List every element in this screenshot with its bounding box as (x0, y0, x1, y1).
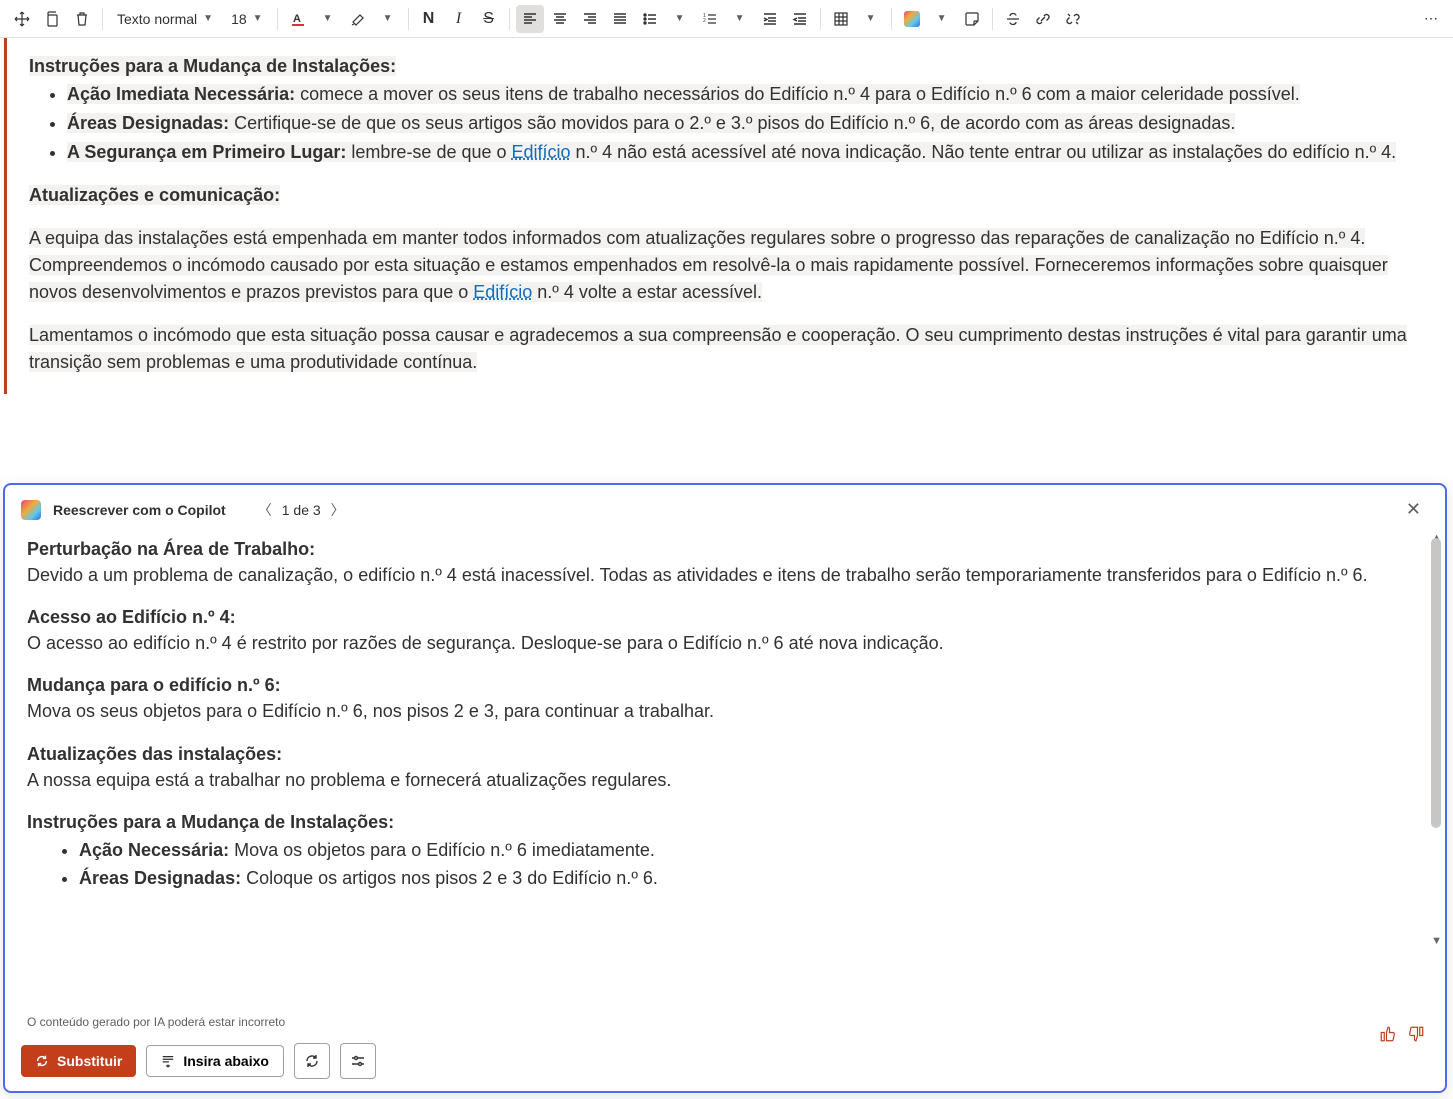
copilot-suggestion-body[interactable]: Perturbação na Área de Trabalho: Devido … (5, 534, 1445, 893)
section-text: Mova os seus objetos para o Edifício n.º… (27, 698, 1423, 724)
numbered-list-button[interactable]: 12 (696, 5, 724, 33)
increase-indent-button[interactable] (756, 5, 784, 33)
insert-label: Insira abaixo (183, 1053, 269, 1069)
doc-paragraph: A equipa das instalações está empenhada … (29, 225, 1425, 306)
list-item: Ação Imediata Necessária: comece a mover… (67, 81, 1425, 108)
copilot-footer: Substituir Insira abaixo (5, 1035, 1445, 1091)
next-suggestion-button[interactable]: 〉 (331, 500, 345, 520)
chevron-down-icon: ▼ (253, 13, 263, 24)
svg-text:2: 2 (703, 18, 706, 24)
link-button[interactable] (1029, 5, 1057, 33)
ai-disclaimer: O conteúdo gerado por IA poderá estar in… (5, 1009, 1445, 1035)
copilot-chevron[interactable]: ▼ (928, 5, 956, 33)
highlight-chevron[interactable]: ▼ (374, 5, 402, 33)
copilot-title: Reescrever com o Copilot (53, 502, 226, 518)
move-icon[interactable] (8, 5, 36, 33)
edificio-link[interactable]: Edifício (512, 142, 571, 162)
thumbs-up-button[interactable] (1379, 1025, 1397, 1043)
delete-icon[interactable] (68, 5, 96, 33)
thumbs-down-button[interactable] (1407, 1025, 1425, 1043)
scroll-down-icon[interactable]: ▼ (1431, 935, 1442, 947)
numbered-list-chevron[interactable]: ▼ (726, 5, 754, 33)
table-chevron[interactable]: ▼ (857, 5, 885, 33)
adjust-button[interactable] (340, 1043, 376, 1079)
font-color-chevron[interactable]: ▼ (314, 5, 342, 33)
font-size-dropdown[interactable]: 18 ▼ (223, 5, 270, 33)
more-options-button[interactable]: ⋯ (1417, 5, 1445, 33)
formatting-toolbar: Texto normal ▼ 18 ▼ A ▼ ▼ N I S ▼ 12 ▼ ▼ ▼… (0, 0, 1453, 38)
italic-button[interactable]: I (445, 5, 473, 33)
replace-label: Substituir (57, 1053, 122, 1069)
section-text: Devido a um problema de canalização, o e… (27, 562, 1423, 588)
svg-text:A: A (293, 13, 301, 25)
close-button[interactable]: ✕ (1398, 495, 1429, 524)
decrease-indent-button[interactable] (786, 5, 814, 33)
scrollbar-thumb[interactable] (1431, 538, 1441, 828)
sticker-button[interactable] (958, 5, 986, 33)
doc-heading: Atualizações e comunicação: (29, 182, 1425, 209)
replace-button[interactable]: Substituir (21, 1045, 136, 1077)
align-center-button[interactable] (546, 5, 574, 33)
list-item: Áreas Designadas: Coloque os artigos nos… (79, 865, 1423, 891)
copilot-logo-icon (21, 500, 41, 520)
bullet-list-button[interactable] (636, 5, 664, 33)
feedback-buttons (1379, 1025, 1425, 1043)
doc-heading: Instruções para a Mudança de Instalações… (29, 56, 1425, 77)
section-heading: Mudança para o edifício n.º 6: (27, 672, 1423, 698)
copilot-icon[interactable] (898, 5, 926, 33)
strikethrough-s-button[interactable] (999, 5, 1027, 33)
list-item: Ação Necessária: Mova os objetos para o … (79, 837, 1423, 863)
table-button[interactable] (827, 5, 855, 33)
list-item: Áreas Designadas: Certifique-se de que o… (67, 110, 1425, 137)
highlight-button[interactable] (344, 5, 372, 33)
list-item: A Segurança em Primeiro Lugar: lembre-se… (67, 139, 1425, 166)
regenerate-button[interactable] (294, 1043, 330, 1079)
section-heading: Acesso ao Edifício n.º 4: (27, 604, 1423, 630)
section-text: A nossa equipa está a trabalhar no probl… (27, 767, 1423, 793)
edificio-link[interactable]: Edifício (473, 282, 532, 302)
copilot-rewrite-panel: Reescrever com o Copilot 〈 1 de 3 〉 ✕ ▲ … (3, 483, 1447, 1093)
text-style-label: Texto normal (117, 11, 197, 27)
font-color-button[interactable]: A (284, 5, 312, 33)
bold-button[interactable]: N (415, 5, 443, 33)
section-text: O acesso ao edifício n.º 4 é restrito po… (27, 630, 1423, 656)
insert-below-button[interactable]: Insira abaixo (146, 1045, 284, 1077)
chevron-down-icon: ▼ (203, 13, 213, 24)
section-heading: Atualizações das instalações: (27, 741, 1423, 767)
text-style-dropdown[interactable]: Texto normal ▼ (109, 5, 221, 33)
section-heading: Instruções para a Mudança de Instalações… (27, 809, 1423, 835)
bullet-list-chevron[interactable]: ▼ (666, 5, 694, 33)
copilot-header: Reescrever com o Copilot 〈 1 de 3 〉 ✕ (5, 485, 1445, 534)
suggestion-pager: 1 de 3 (282, 502, 321, 518)
document-canvas[interactable]: Instruções para a Mudança de Instalações… (4, 38, 1447, 394)
prev-suggestion-button[interactable]: 〈 (258, 500, 272, 520)
strikethrough-button[interactable]: S (475, 5, 503, 33)
align-left-button[interactable] (516, 5, 544, 33)
align-justify-button[interactable] (606, 5, 634, 33)
unlink-button[interactable] (1059, 5, 1087, 33)
doc-paragraph: Lamentamos o incómodo que esta situação … (29, 322, 1425, 376)
copy-icon[interactable] (38, 5, 66, 33)
align-right-button[interactable] (576, 5, 604, 33)
font-size-value: 18 (231, 11, 247, 27)
section-heading: Perturbação na Área de Trabalho: (27, 536, 1423, 562)
